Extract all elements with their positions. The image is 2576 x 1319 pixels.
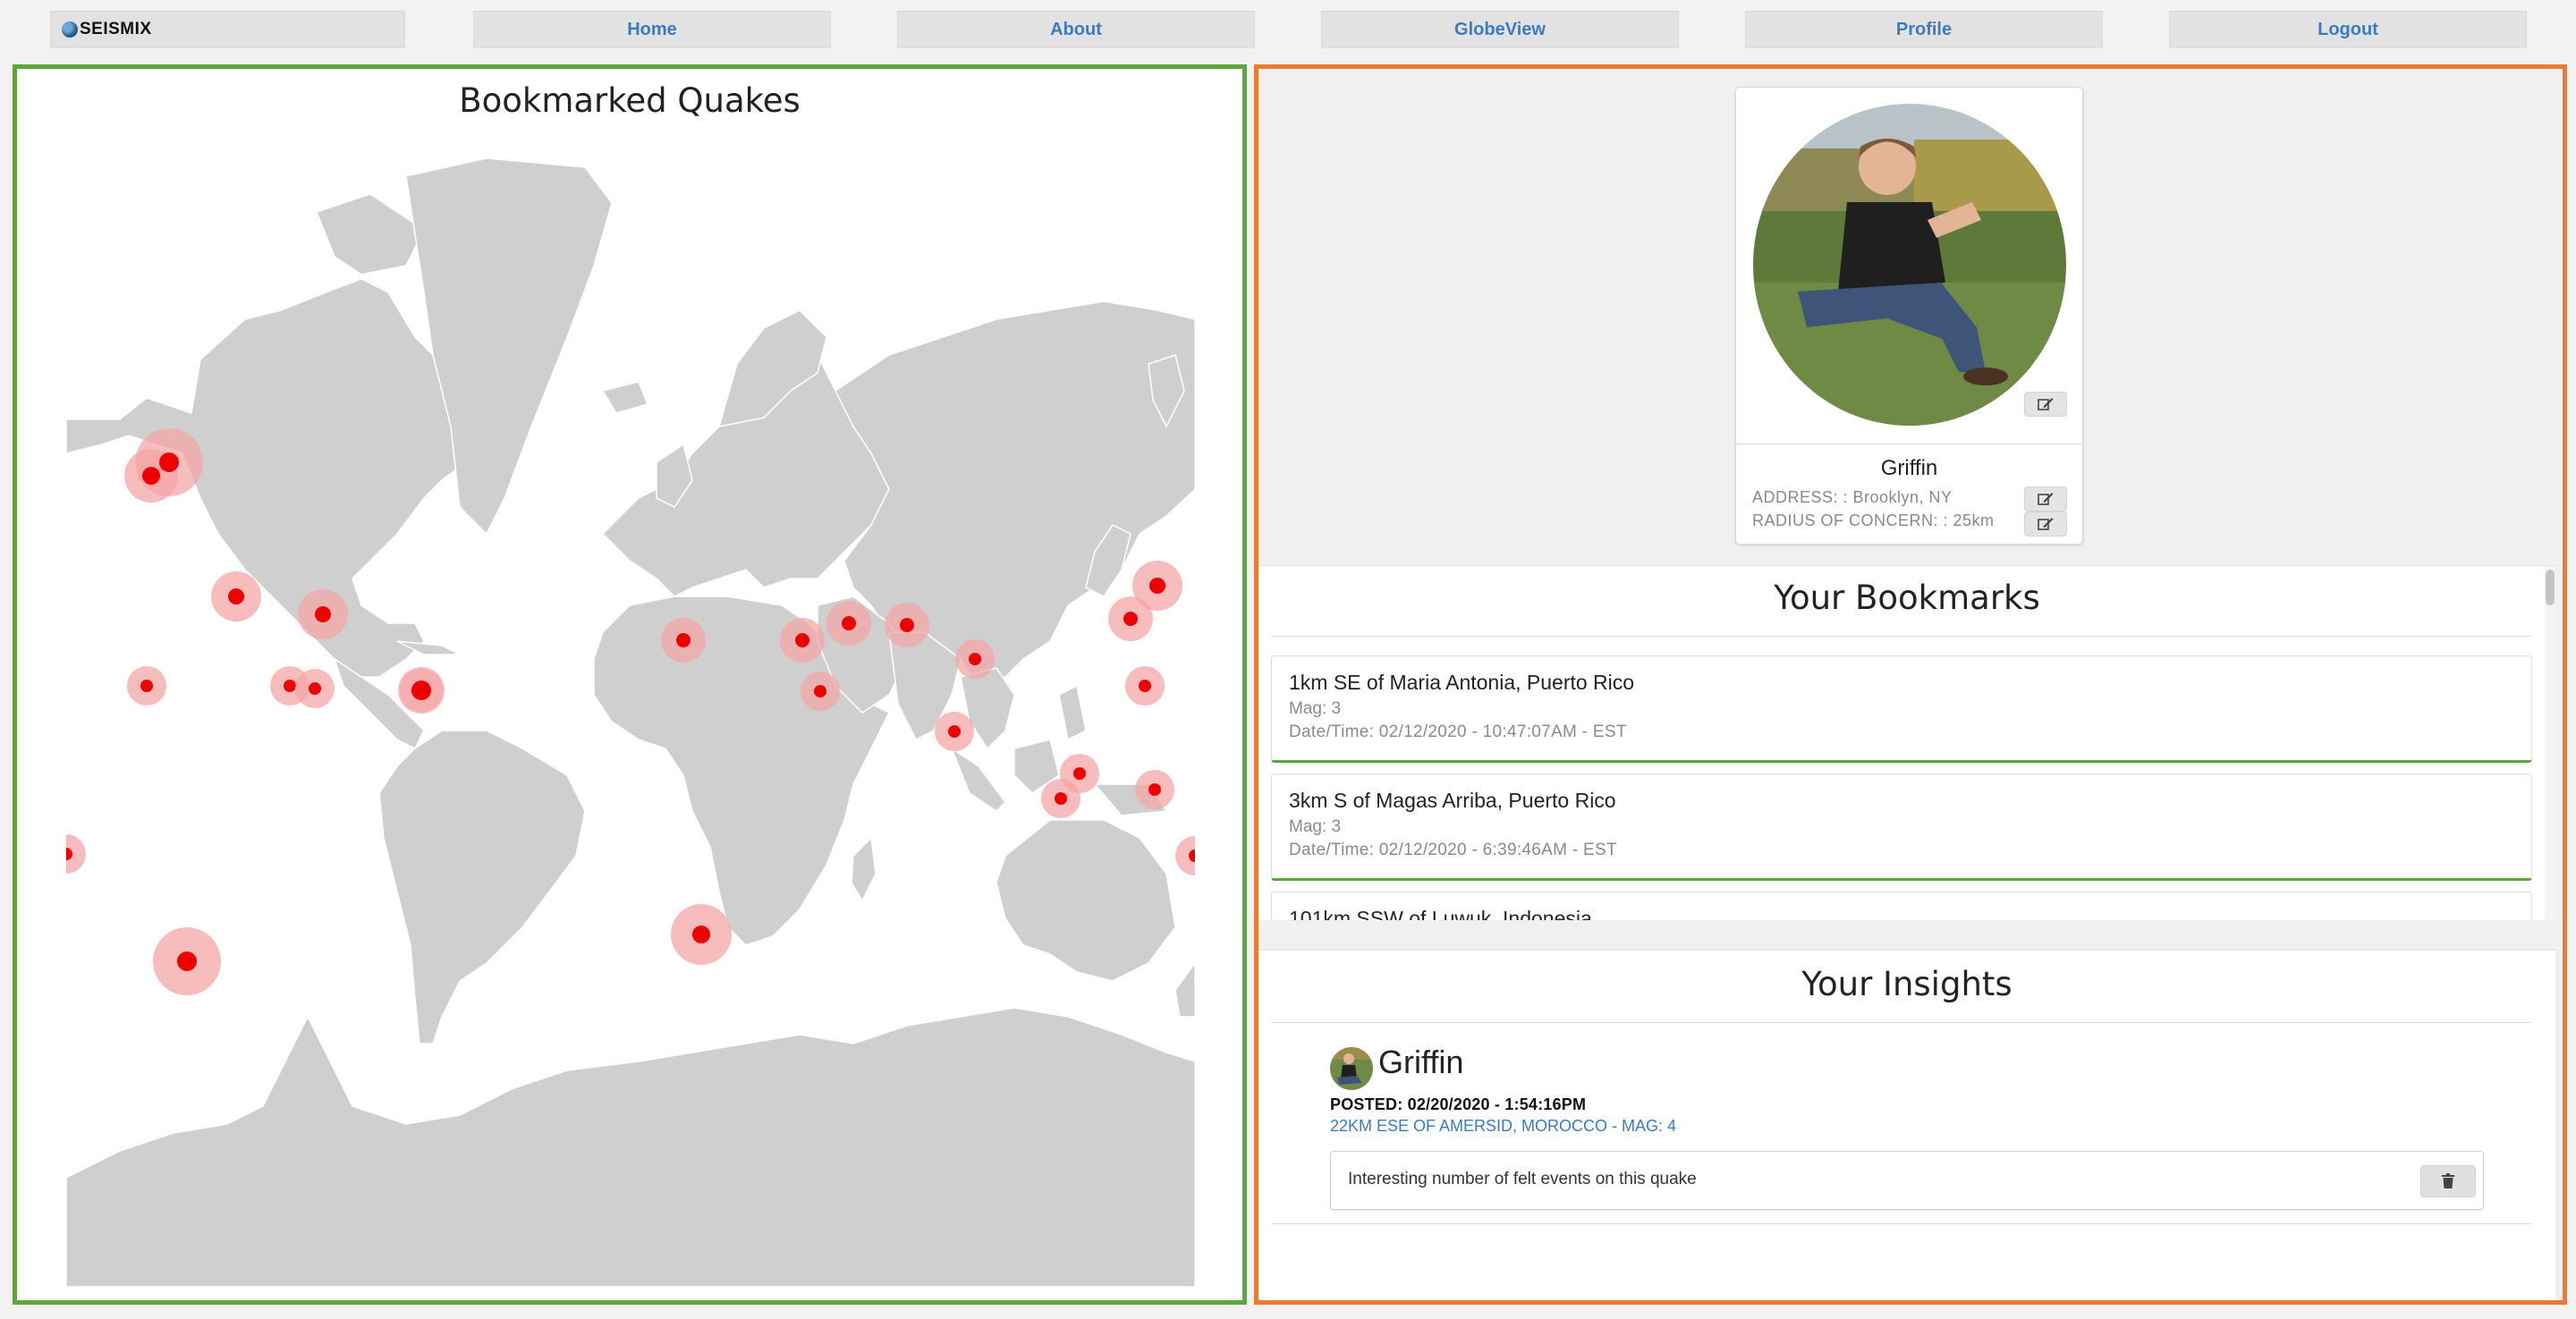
edit-avatar-button[interactable] [2024,392,2067,417]
land-south-america [378,730,586,1044]
profile-address: ADDRESS: : Brooklyn, NY [1752,488,1953,506]
insight-author-name: Griffin [1378,1044,1464,1080]
nav-profile-link[interactable]: Profile [1745,11,2103,48]
brand-logo[interactable]: SEISMIX [50,11,405,48]
trash-icon [2442,1173,2454,1188]
profile-panel: Griffin ADDRESS: : Brooklyn, NY RADIUS O… [1254,64,2567,1305]
bookmark-date: Date/Time: 02/12/2020 - 6:39:46AM - EST [1289,841,1617,859]
scrollbar-thumb[interactable] [2546,570,2555,605]
world-map[interactable] [66,158,1195,1287]
bookmark-title: 101km SSW of Luwuk, Indonesia [1289,907,1592,920]
bookmark-mag: Mag: 3 [1289,699,1342,718]
quake-marker[interactable] [935,712,974,751]
globe-icon [62,21,78,38]
land-antarctica [66,1007,1195,1287]
nav-home-link[interactable]: Home [473,11,831,48]
insights-section: Your Insights Griffin POSTED: 02/20/2020… [1258,950,2555,1300]
quake-marker[interactable] [1132,561,1182,611]
top-navbar: SEISMIX Home About GlobeView Profile Log… [0,0,2576,63]
edit-address-button[interactable] [2024,486,2067,512]
quake-marker[interactable] [153,927,221,995]
bookmark-item[interactable]: 1km SE of Maria Antonia, Puerto Rico Mag… [1271,655,2532,763]
quake-marker[interactable] [124,428,203,503]
quake-marker[interactable] [127,666,166,706]
insight-posted-time: POSTED: 02/20/2020 - 1:54:16PM [1330,1095,1587,1113]
nav-about-link[interactable]: About [897,11,1255,48]
land-madagascar [851,836,877,902]
bookmark-item[interactable]: 3km S of Magas Arriba, Puerto Rico Mag: … [1271,774,2532,881]
insights-divider [1271,1022,2532,1023]
land-arctic-islands [316,193,425,275]
bookmarked-quakes-panel: Bookmarked Quakes [13,64,1247,1305]
bookmark-title: 1km SE of Maria Antonia, Puerto Rico [1289,671,1635,694]
insight-quake-link[interactable]: 22KM ESE OF AMERSID, MOROCCO - MAG: 4 [1330,1117,1676,1136]
land-new-zealand [1174,961,1195,1018]
quake-marker[interactable] [298,589,348,639]
quake-marker[interactable] [66,834,86,874]
brand-name: SEISMIX [80,20,152,38]
quake-marker[interactable] [1175,836,1195,875]
bookmarks-divider [1271,636,2532,637]
bookmark-title: 3km S of Magas Arriba, Puerto Rico [1289,789,1616,812]
insights-title: Your Insights [1801,965,2012,1003]
map-title: Bookmarked Quakes [459,81,801,120]
land-philippines [1058,684,1087,741]
insight-author-avatar [1330,1047,1373,1090]
quake-marker[interactable] [661,618,706,663]
quake-marker[interactable] [780,618,825,663]
quake-marker[interactable] [295,669,335,708]
bookmark-mag: Mag: 3 [1289,817,1342,836]
quake-marker[interactable] [211,571,261,621]
quake-marker[interactable] [801,672,840,711]
bookmarks-title: Your Bookmarks [1774,579,2040,617]
land-masses [66,158,1195,1287]
edit-icon [2038,518,2054,530]
profile-name: Griffin [1880,456,1938,480]
land-iceland [601,381,649,414]
bookmarks-scrollbar[interactable] [2545,566,2555,920]
edit-icon [2038,398,2054,410]
quake-marker[interactable] [1135,770,1174,809]
quake-marker[interactable] [826,601,871,646]
quake-marker[interactable] [1125,666,1165,706]
edit-radius-button[interactable] [2024,512,2067,537]
nav-logout-link[interactable]: Logout [2169,11,2527,48]
bookmark-date: Date/Time: 02/12/2020 - 10:47:07AM - EST [1289,723,1627,741]
quake-marker[interactable] [955,639,995,679]
profile-avatar [1753,104,2066,426]
land-sumatra [950,747,1006,812]
avatar-photo [1753,104,2066,426]
insight-comment-text: Interesting number of felt events on thi… [1348,1170,1697,1188]
edit-icon [2038,493,2054,505]
quake-marker[interactable] [398,667,445,714]
profile-radius: RADIUS OF CONCERN: : 25km [1752,512,1995,529]
bookmarks-section: Your Bookmarks 1km SE of Maria Antonia, … [1258,565,2555,920]
land-australia [996,819,1176,982]
nav-globeview-link[interactable]: GlobeView [1321,11,1679,48]
insights-bottom-divider [1271,1223,2532,1224]
profile-card: Griffin ADDRESS: : Brooklyn, NY RADIUS O… [1735,87,2083,545]
quake-marker[interactable] [671,904,732,965]
quake-marker[interactable] [1041,779,1080,818]
delete-insight-button[interactable] [2420,1165,2476,1197]
bookmark-item[interactable]: 101km SSW of Luwuk, Indonesia [1271,892,2532,920]
quake-marker[interactable] [885,603,929,647]
insight-comment-box: Interesting number of felt events on thi… [1330,1151,2484,1210]
avatar-thumbnail [1330,1047,1373,1090]
